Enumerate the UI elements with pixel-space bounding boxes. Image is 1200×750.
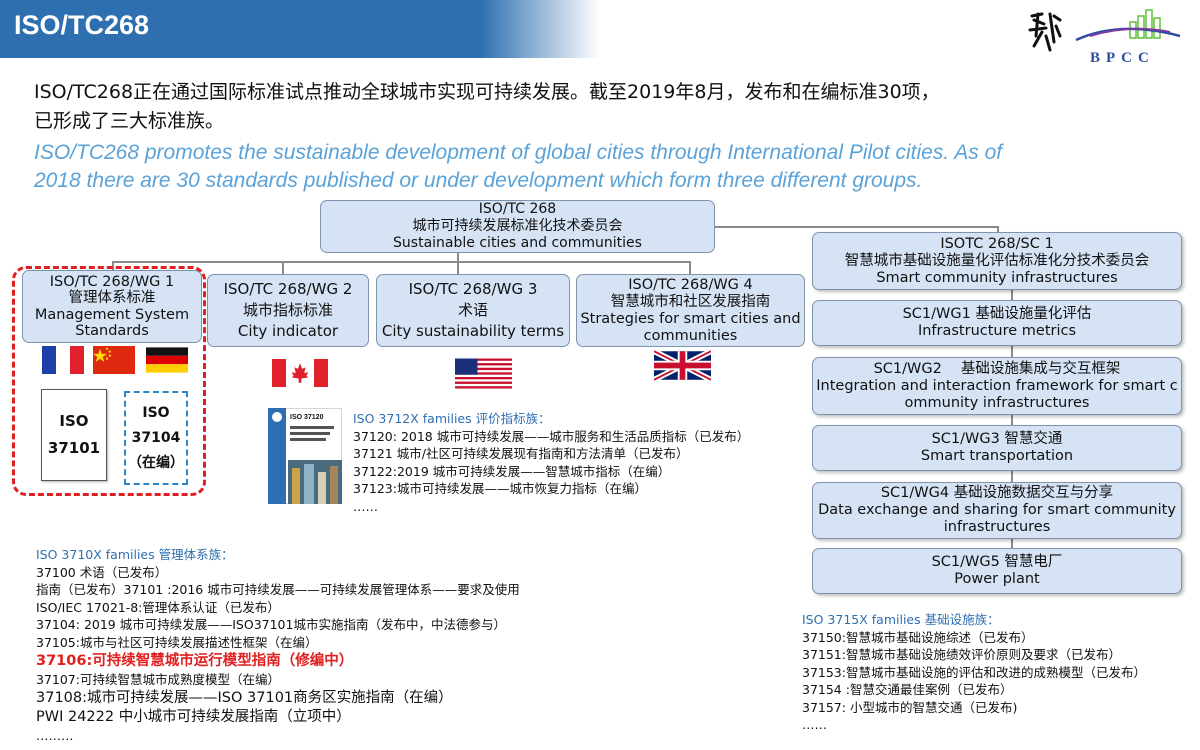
iso3710x-list: ISO 3710X families 管理体系族： 37100 术语（已发布） … xyxy=(36,546,520,744)
tc268-code: ISO/TC 268 xyxy=(478,201,557,217)
iso37101-number: 37101 xyxy=(47,439,101,457)
list-item: 37150:智慧城市基础设施综述（已发布） xyxy=(802,629,1034,645)
iso37104-number: 37104 xyxy=(131,429,181,446)
sc1-wg4-en1: Data exchange and sharing for smart comm… xyxy=(818,502,1176,518)
wg3-box: ISO/TC 268/WG 3 术语 City sustainability t… xyxy=(376,274,570,347)
france-flag xyxy=(42,346,84,374)
list-item: 37157: 小型城市的智慧交通（已发布) xyxy=(802,699,1018,715)
iso3715x-title: ISO 3715X families 基础设施族： xyxy=(802,612,1000,627)
wg4-en1: Strategies for smart cities and xyxy=(580,310,801,327)
sc1-wg2-box: SC1/WG2 基础设施集成与交互框架 Integration and inte… xyxy=(812,357,1182,415)
wg2-en: City indicator xyxy=(237,322,339,340)
list-item: 37108:城市可持续发展——ISO 37101商务区实施指南（在编） xyxy=(36,689,453,706)
sc1-wg4-box: SC1/WG4 基础设施数据交互与分享 Data exchange and sh… xyxy=(812,482,1182,539)
list-item: PWI 24222 中小城市可持续发展指南（立项中） xyxy=(36,708,351,725)
wg4-zh: 智慧城市和社区发展指南 xyxy=(610,293,771,310)
sc1-wg2-en2: ommunity infrastructures xyxy=(904,394,1090,411)
list-item: 37100 术语（已发布） xyxy=(36,564,168,580)
sc1-wg3-zh: SC1/WG3 智慧交通 xyxy=(931,431,1063,447)
list-item: 37120: 2018 城市可持续发展——城市服务和生活品质指标（已发布） xyxy=(353,428,750,444)
wg3-en: City sustainability terms xyxy=(381,322,565,340)
connector-line xyxy=(714,226,999,228)
sc1-code: ISOTC 268/SC 1 xyxy=(940,235,1054,252)
cover-label: ISO 37120 xyxy=(290,414,324,421)
wg4-code: ISO/TC 268/WG 4 xyxy=(628,276,753,293)
china-flag xyxy=(93,346,135,374)
sc1-wg2-en1: Integration and interaction framework fo… xyxy=(816,377,1178,394)
iso3715x-list: ISO 3715X families 基础设施族： 37150:智慧城市基础设施… xyxy=(802,611,1146,734)
wg3-code: ISO/TC 268/WG 3 xyxy=(408,280,538,298)
sc1-zh: 智慧城市基础设施量化评估标准化分技术委员会 xyxy=(844,252,1150,269)
page-title: ISO/TC268 xyxy=(14,10,150,40)
list-item: 37151:智慧城市基础设施绩效评价原则及要求（已发布） xyxy=(802,647,1121,662)
germany-flag xyxy=(146,347,188,373)
sc1-wg5-box: SC1/WG5 智慧电厂 Power plant xyxy=(812,548,1182,594)
list-more: ……… xyxy=(36,727,74,743)
tc268-en: Sustainable cities and communities xyxy=(393,235,642,251)
highlighted-list-item: 37106:可持续智慧城市运行模型指南（修编中） xyxy=(36,653,354,669)
list-item: 37105:城市与社区可持续发展描述性框架（在编） xyxy=(36,634,318,650)
sc1-wg1-box: SC1/WG1 基础设施量化评估 Infrastructure metrics xyxy=(812,300,1182,346)
list-item: 指南（已发布）37101 :2016 城市可持续发展——可持续发展管理体系——要… xyxy=(36,582,520,597)
sc1-box: ISOTC 268/SC 1 智慧城市基础设施量化评估标准化分技术委员会 Sma… xyxy=(812,232,1182,290)
bpcc-logo: BPCC xyxy=(1028,9,1181,66)
sc1-wg3-en: Smart transportation xyxy=(920,448,1074,464)
intro-en-line2: 2018 there are 30 standards published or… xyxy=(34,169,923,192)
list-item: ISO/IEC 17021-8:管理体系认证（已发布） xyxy=(36,599,280,615)
tc268-box: ISO/TC 268 城市可持续发展标准化技术委员会 Sustainable c… xyxy=(320,200,715,253)
sc1-wg4-zh: SC1/WG4 基础设施数据交互与分享 xyxy=(880,485,1114,501)
iso37101-label: ISO xyxy=(59,412,89,430)
wg2-code: ISO/TC 268/WG 2 xyxy=(223,280,353,298)
list-more: …… xyxy=(802,717,827,732)
intro-chinese: ISO/TC268正在通过国际标准试点推动全球城市实现可持续发展。截至2019年… xyxy=(34,78,1184,136)
connector-line xyxy=(689,261,691,274)
list-item: 37104: 2019 城市可持续发展——ISO37101城市实施指南（发布中，… xyxy=(36,617,506,632)
intro-en-line1: ISO/TC268 promotes the sustainable devel… xyxy=(34,141,1003,164)
iso37104-label: ISO xyxy=(142,404,170,421)
list-item: 37121 城市/社区可持续发展现有指南和方法清单（已发布） xyxy=(353,446,689,461)
connector-line xyxy=(112,261,691,263)
intro-english: ISO/TC268 promotes the sustainable devel… xyxy=(34,139,1184,195)
sc1-wg1-en: Infrastructure metrics xyxy=(917,323,1077,339)
iso37104-document: ISO 37104 （在编） xyxy=(124,391,188,485)
sc1-wg3-box: SC1/WG3 智慧交通 Smart transportation xyxy=(812,425,1182,471)
list-item: 37122:2019 城市可持续发展——智慧城市指标（在编） xyxy=(353,463,671,479)
logo-text: BPCC xyxy=(1090,50,1155,66)
sc1-wg1-zh: SC1/WG1 基础设施量化评估 xyxy=(902,306,1092,322)
iso37104-status: （在编） xyxy=(128,454,184,471)
wg2-box: ISO/TC 268/WG 2 城市指标标准 City indicator xyxy=(207,274,369,347)
list-item: 37123:城市可持续发展——城市恢复力指标（在编） xyxy=(353,481,647,496)
list-item: 37107:可持续智慧城市成熟度模型（在编） xyxy=(36,672,280,687)
wg4-en2: communities xyxy=(643,327,738,344)
tc268-zh: 城市可持续发展标准化技术委员会 xyxy=(412,218,623,234)
sc1-en: Smart community infrastructures xyxy=(876,269,1118,286)
iso3712x-list: ISO 3712X families 评价指标族： 37120: 2018 城市… xyxy=(353,410,749,515)
usa-flag xyxy=(455,358,512,389)
uk-flag xyxy=(654,350,711,381)
connector-line xyxy=(282,261,284,274)
intro-zh-line2: 已形成了三大标准族。 xyxy=(34,110,225,132)
sc1-wg5-zh: SC1/WG5 智慧电厂 xyxy=(931,554,1063,570)
list-item: 37154 :智慧交通最佳案例（已发布） xyxy=(802,682,1013,697)
iso37101-document: ISO 37101 xyxy=(41,389,107,481)
list-item: …… xyxy=(353,498,378,514)
iso3712x-title: ISO 3712X families 评价指标族： xyxy=(353,411,551,426)
iso37120-cover-image: ISO 37120 xyxy=(268,408,342,504)
iso3710x-title: ISO 3710X families 管理体系族： xyxy=(36,547,234,562)
wg3-zh: 术语 xyxy=(457,301,488,319)
sc1-wg5-en: Power plant xyxy=(954,571,1040,587)
wg2-zh: 城市指标标准 xyxy=(242,301,333,319)
sc1-wg2-zh: SC1/WG2 基础设施集成与交互框架 xyxy=(873,360,1121,377)
wg4-box: ISO/TC 268/WG 4 智慧城市和社区发展指南 Strategies f… xyxy=(576,274,805,347)
intro-zh-line1: ISO/TC268正在通过国际标准试点推动全球城市实现可持续发展。截至2019年… xyxy=(34,81,940,103)
connector-line xyxy=(457,261,459,274)
sc1-wg4-en2: infrastructures xyxy=(943,519,1051,535)
canada-flag xyxy=(272,359,328,387)
list-item: 37153:智慧城市基础设施的评估和改进的成熟模型（已发布） xyxy=(802,664,1146,680)
